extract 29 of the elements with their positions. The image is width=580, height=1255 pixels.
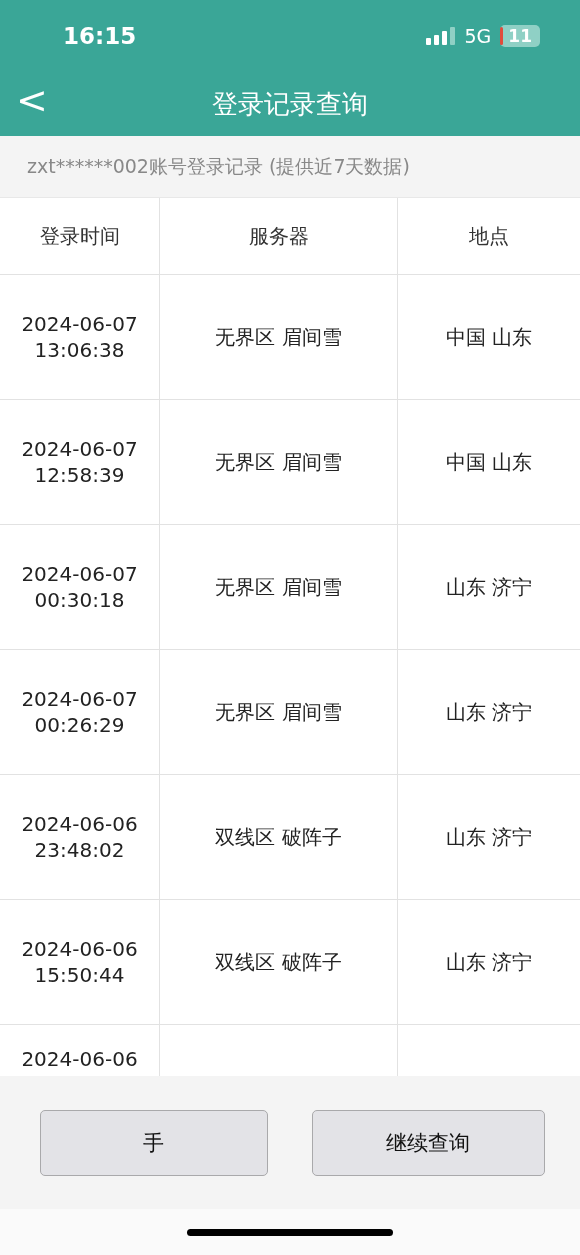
- column-header: 登录时间: [0, 198, 160, 274]
- action-button[interactable]: 继续查询: [311, 1109, 545, 1176]
- table-cell-text: 中国 山东: [444, 323, 534, 351]
- table-cell: 2024-06-07 00:30:18: [0, 525, 160, 649]
- table-cell: 无界区 眉间雪: [160, 400, 398, 524]
- table-cell: 无界区 眉间雪: [160, 275, 398, 399]
- table-cell: 双线区 破阵子: [160, 900, 398, 1024]
- column-header: 地点: [468, 222, 510, 250]
- network-label: 5G: [464, 25, 492, 47]
- table-cell: 无界区 眉间雪: [160, 525, 398, 649]
- table-cell-text: 山东 济宁: [444, 573, 534, 601]
- table-cell: 无界区 眉间雪: [160, 650, 398, 774]
- table-cell: 2024-06-06 23:48:02: [0, 775, 160, 899]
- action-button[interactable]: 手: [40, 1109, 268, 1176]
- account-caption: zxt******002账号登录记录 (提供近7天数据): [27, 153, 410, 179]
- table-cell-text: 山东 济宁: [444, 823, 534, 851]
- table-cell: 2024-06-06 15:50:44: [0, 900, 160, 1024]
- column-header: 服务器: [160, 198, 398, 274]
- table-cell-text: 山东 济宁: [444, 698, 534, 726]
- table-cell-text: 中国 山东: [444, 448, 534, 476]
- page-title: 登录记录查询: [212, 87, 368, 121]
- status-time: 16:15: [63, 23, 137, 49]
- battery-indicator: 11: [500, 25, 540, 47]
- table-cell: 双线区 破阵子: [160, 775, 398, 899]
- table-cell: 2024-06-07 13:06:38: [0, 275, 160, 399]
- table-cell: 2024-06-07 12:58:39: [0, 400, 160, 524]
- signal-icon: [425, 27, 456, 45]
- table-cell: 2024-06-07 00:26:29: [0, 650, 160, 774]
- table-cell-text: 山东 济宁: [444, 948, 534, 976]
